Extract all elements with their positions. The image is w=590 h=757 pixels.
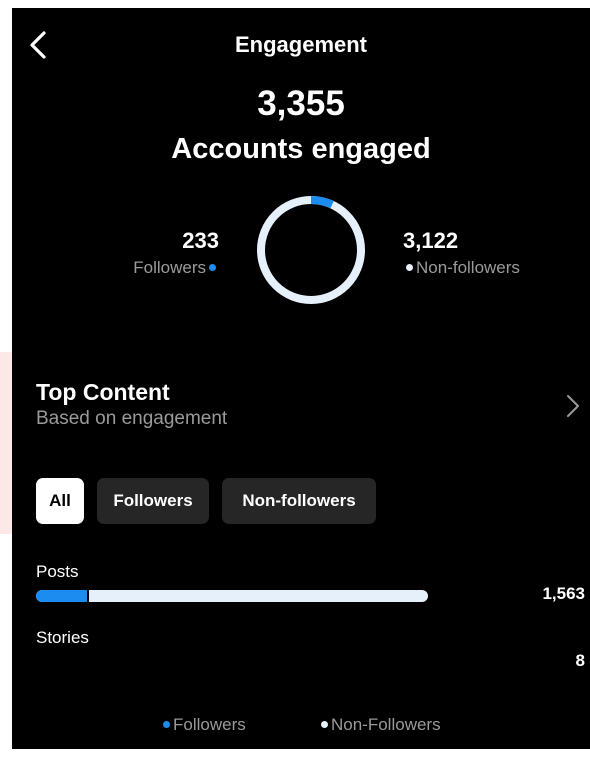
stories-value: 8 bbox=[575, 651, 585, 670]
top-content-subtitle: Based on engagement bbox=[36, 408, 228, 429]
legend-non-followers: Non-Followers bbox=[318, 715, 441, 735]
legend-non-followers-label: Non-Followers bbox=[331, 715, 441, 734]
legend-non-followers-dot-icon bbox=[321, 720, 328, 728]
page-title: Engagement bbox=[234, 32, 368, 57]
posts-bar bbox=[36, 590, 428, 602]
engagement-donut-chart bbox=[257, 196, 365, 304]
accounts-engaged-label: Accounts engaged bbox=[171, 133, 431, 165]
followers-stat: 233 Followers bbox=[133, 228, 219, 280]
page-frame: Engagement 3,355 Accounts engaged 233 Fo… bbox=[0, 0, 590, 757]
engagement-screen: Engagement 3,355 Accounts engaged 233 Fo… bbox=[12, 8, 590, 749]
legend-followers: Followers bbox=[160, 715, 246, 735]
non-followers-dot-icon bbox=[406, 263, 413, 271]
legend-followers-dot-icon bbox=[163, 720, 170, 728]
donut-non-followers-segment bbox=[257, 196, 365, 304]
filter-non-followers-chip[interactable]: Non-followers bbox=[222, 478, 376, 524]
followers-stat-label: Followers bbox=[133, 256, 219, 280]
top-content-title: Top Content bbox=[36, 379, 170, 405]
non-followers-stat-label: Non-followers bbox=[403, 256, 520, 280]
non-followers-label-text: Non-followers bbox=[416, 258, 520, 277]
posts-bar-followers-segment bbox=[36, 590, 87, 602]
non-followers-count: 3,122 bbox=[403, 228, 459, 253]
followers-dot-icon bbox=[209, 263, 216, 271]
chevron-right-icon[interactable] bbox=[566, 394, 580, 418]
accounts-engaged-total: 3,355 bbox=[257, 84, 345, 123]
filter-followers-chip[interactable]: Followers bbox=[97, 478, 209, 524]
non-followers-stat: 3,122 Non-followers bbox=[403, 228, 520, 280]
posts-value: 1,563 bbox=[542, 584, 585, 603]
legend-followers-label: Followers bbox=[173, 715, 246, 734]
posts-label: Posts bbox=[36, 562, 79, 581]
stories-label: Stories bbox=[36, 628, 89, 647]
followers-count: 233 bbox=[182, 228, 219, 253]
background-strip bbox=[0, 352, 12, 534]
filter-all-chip[interactable]: All bbox=[36, 478, 84, 524]
followers-label-text: Followers bbox=[133, 258, 206, 277]
posts-bar-divider bbox=[86, 590, 89, 602]
